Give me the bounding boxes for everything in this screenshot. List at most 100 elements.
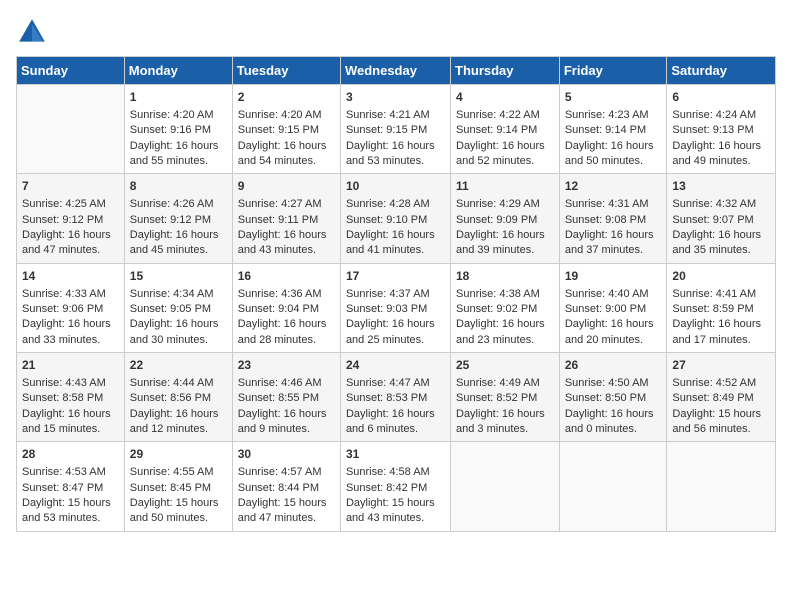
cell-text: Sunrise: 4:37 AM [346, 287, 445, 302]
cell-text: and 47 minutes. [238, 511, 335, 526]
cell-text: Sunset: 8:47 PM [22, 481, 119, 496]
calendar-cell: 8Sunrise: 4:26 AMSunset: 9:12 PMDaylight… [124, 174, 232, 263]
cell-text: Sunrise: 4:47 AM [346, 376, 445, 391]
cell-text: Sunset: 9:13 PM [672, 123, 770, 138]
cell-text: Sunrise: 4:32 AM [672, 197, 770, 212]
cell-text: and 55 minutes. [130, 154, 227, 169]
cell-text: Sunset: 9:12 PM [130, 213, 227, 228]
calendar-cell: 25Sunrise: 4:49 AMSunset: 8:52 PMDayligh… [451, 353, 560, 442]
cell-text: Daylight: 16 hours [130, 407, 227, 422]
day-number: 28 [22, 446, 119, 463]
cell-text: and 15 minutes. [22, 422, 119, 437]
cell-text: and 50 minutes. [130, 511, 227, 526]
header [16, 16, 776, 48]
calendar-cell [667, 442, 776, 531]
header-day: Saturday [667, 57, 776, 85]
cell-text: Daylight: 15 hours [238, 496, 335, 511]
cell-text: Sunrise: 4:38 AM [456, 287, 554, 302]
cell-text: and 30 minutes. [130, 333, 227, 348]
cell-text: and 52 minutes. [456, 154, 554, 169]
logo [16, 16, 52, 48]
day-number: 29 [130, 446, 227, 463]
day-number: 4 [456, 89, 554, 106]
cell-text: Sunrise: 4:22 AM [456, 108, 554, 123]
cell-text: Daylight: 16 hours [456, 407, 554, 422]
calendar-cell: 28Sunrise: 4:53 AMSunset: 8:47 PMDayligh… [17, 442, 125, 531]
day-number: 30 [238, 446, 335, 463]
cell-text: Sunset: 9:09 PM [456, 213, 554, 228]
day-number: 12 [565, 178, 662, 195]
cell-text: Sunset: 8:58 PM [22, 391, 119, 406]
calendar-cell: 24Sunrise: 4:47 AMSunset: 8:53 PMDayligh… [340, 353, 450, 442]
cell-text: Sunset: 9:04 PM [238, 302, 335, 317]
header-day: Sunday [17, 57, 125, 85]
day-number: 9 [238, 178, 335, 195]
calendar-cell: 23Sunrise: 4:46 AMSunset: 8:55 PMDayligh… [232, 353, 340, 442]
cell-text: Daylight: 15 hours [130, 496, 227, 511]
cell-text: Daylight: 16 hours [456, 317, 554, 332]
cell-text: Sunrise: 4:21 AM [346, 108, 445, 123]
calendar-cell: 27Sunrise: 4:52 AMSunset: 8:49 PMDayligh… [667, 353, 776, 442]
cell-text: and 47 minutes. [22, 243, 119, 258]
cell-text: and 17 minutes. [672, 333, 770, 348]
cell-text: Sunset: 8:56 PM [130, 391, 227, 406]
cell-text: and 12 minutes. [130, 422, 227, 437]
day-number: 22 [130, 357, 227, 374]
cell-text: Sunset: 9:05 PM [130, 302, 227, 317]
calendar-week-row: 1Sunrise: 4:20 AMSunset: 9:16 PMDaylight… [17, 85, 776, 174]
cell-text: Sunset: 9:03 PM [346, 302, 445, 317]
day-number: 27 [672, 357, 770, 374]
cell-text: Sunset: 9:10 PM [346, 213, 445, 228]
calendar-week-row: 28Sunrise: 4:53 AMSunset: 8:47 PMDayligh… [17, 442, 776, 531]
day-number: 26 [565, 357, 662, 374]
cell-text: Sunrise: 4:57 AM [238, 465, 335, 480]
cell-text: Daylight: 16 hours [22, 317, 119, 332]
header-row: SundayMondayTuesdayWednesdayThursdayFrid… [17, 57, 776, 85]
cell-text: Sunrise: 4:46 AM [238, 376, 335, 391]
cell-text: and 54 minutes. [238, 154, 335, 169]
calendar-cell: 15Sunrise: 4:34 AMSunset: 9:05 PMDayligh… [124, 263, 232, 352]
logo-icon [16, 16, 48, 48]
cell-text: and 28 minutes. [238, 333, 335, 348]
cell-text: and 25 minutes. [346, 333, 445, 348]
cell-text: Sunset: 9:08 PM [565, 213, 662, 228]
day-number: 15 [130, 268, 227, 285]
header-day: Monday [124, 57, 232, 85]
calendar-cell: 17Sunrise: 4:37 AMSunset: 9:03 PMDayligh… [340, 263, 450, 352]
cell-text: and 43 minutes. [346, 511, 445, 526]
calendar-cell: 2Sunrise: 4:20 AMSunset: 9:15 PMDaylight… [232, 85, 340, 174]
calendar-cell: 16Sunrise: 4:36 AMSunset: 9:04 PMDayligh… [232, 263, 340, 352]
cell-text: Sunrise: 4:31 AM [565, 197, 662, 212]
calendar-cell: 1Sunrise: 4:20 AMSunset: 9:16 PMDaylight… [124, 85, 232, 174]
cell-text: Daylight: 16 hours [565, 317, 662, 332]
calendar-cell: 9Sunrise: 4:27 AMSunset: 9:11 PMDaylight… [232, 174, 340, 263]
cell-text: and 49 minutes. [672, 154, 770, 169]
cell-text: Sunrise: 4:26 AM [130, 197, 227, 212]
cell-text: Sunset: 8:49 PM [672, 391, 770, 406]
day-number: 1 [130, 89, 227, 106]
day-number: 18 [456, 268, 554, 285]
cell-text: Sunset: 9:14 PM [456, 123, 554, 138]
cell-text: Sunset: 8:45 PM [130, 481, 227, 496]
header-day: Tuesday [232, 57, 340, 85]
cell-text: Daylight: 16 hours [238, 139, 335, 154]
calendar-cell: 3Sunrise: 4:21 AMSunset: 9:15 PMDaylight… [340, 85, 450, 174]
cell-text: Daylight: 16 hours [130, 317, 227, 332]
day-number: 20 [672, 268, 770, 285]
header-day: Wednesday [340, 57, 450, 85]
calendar-cell: 18Sunrise: 4:38 AMSunset: 9:02 PMDayligh… [451, 263, 560, 352]
cell-text: Daylight: 16 hours [346, 317, 445, 332]
cell-text: and 50 minutes. [565, 154, 662, 169]
cell-text: and 0 minutes. [565, 422, 662, 437]
cell-text: Daylight: 16 hours [346, 228, 445, 243]
calendar-cell: 29Sunrise: 4:55 AMSunset: 8:45 PMDayligh… [124, 442, 232, 531]
cell-text: and 23 minutes. [456, 333, 554, 348]
cell-text: and 3 minutes. [456, 422, 554, 437]
cell-text: Sunset: 8:42 PM [346, 481, 445, 496]
cell-text: Sunrise: 4:29 AM [456, 197, 554, 212]
calendar-cell [559, 442, 667, 531]
cell-text: Daylight: 16 hours [672, 139, 770, 154]
day-number: 10 [346, 178, 445, 195]
day-number: 6 [672, 89, 770, 106]
calendar-cell: 7Sunrise: 4:25 AMSunset: 9:12 PMDaylight… [17, 174, 125, 263]
